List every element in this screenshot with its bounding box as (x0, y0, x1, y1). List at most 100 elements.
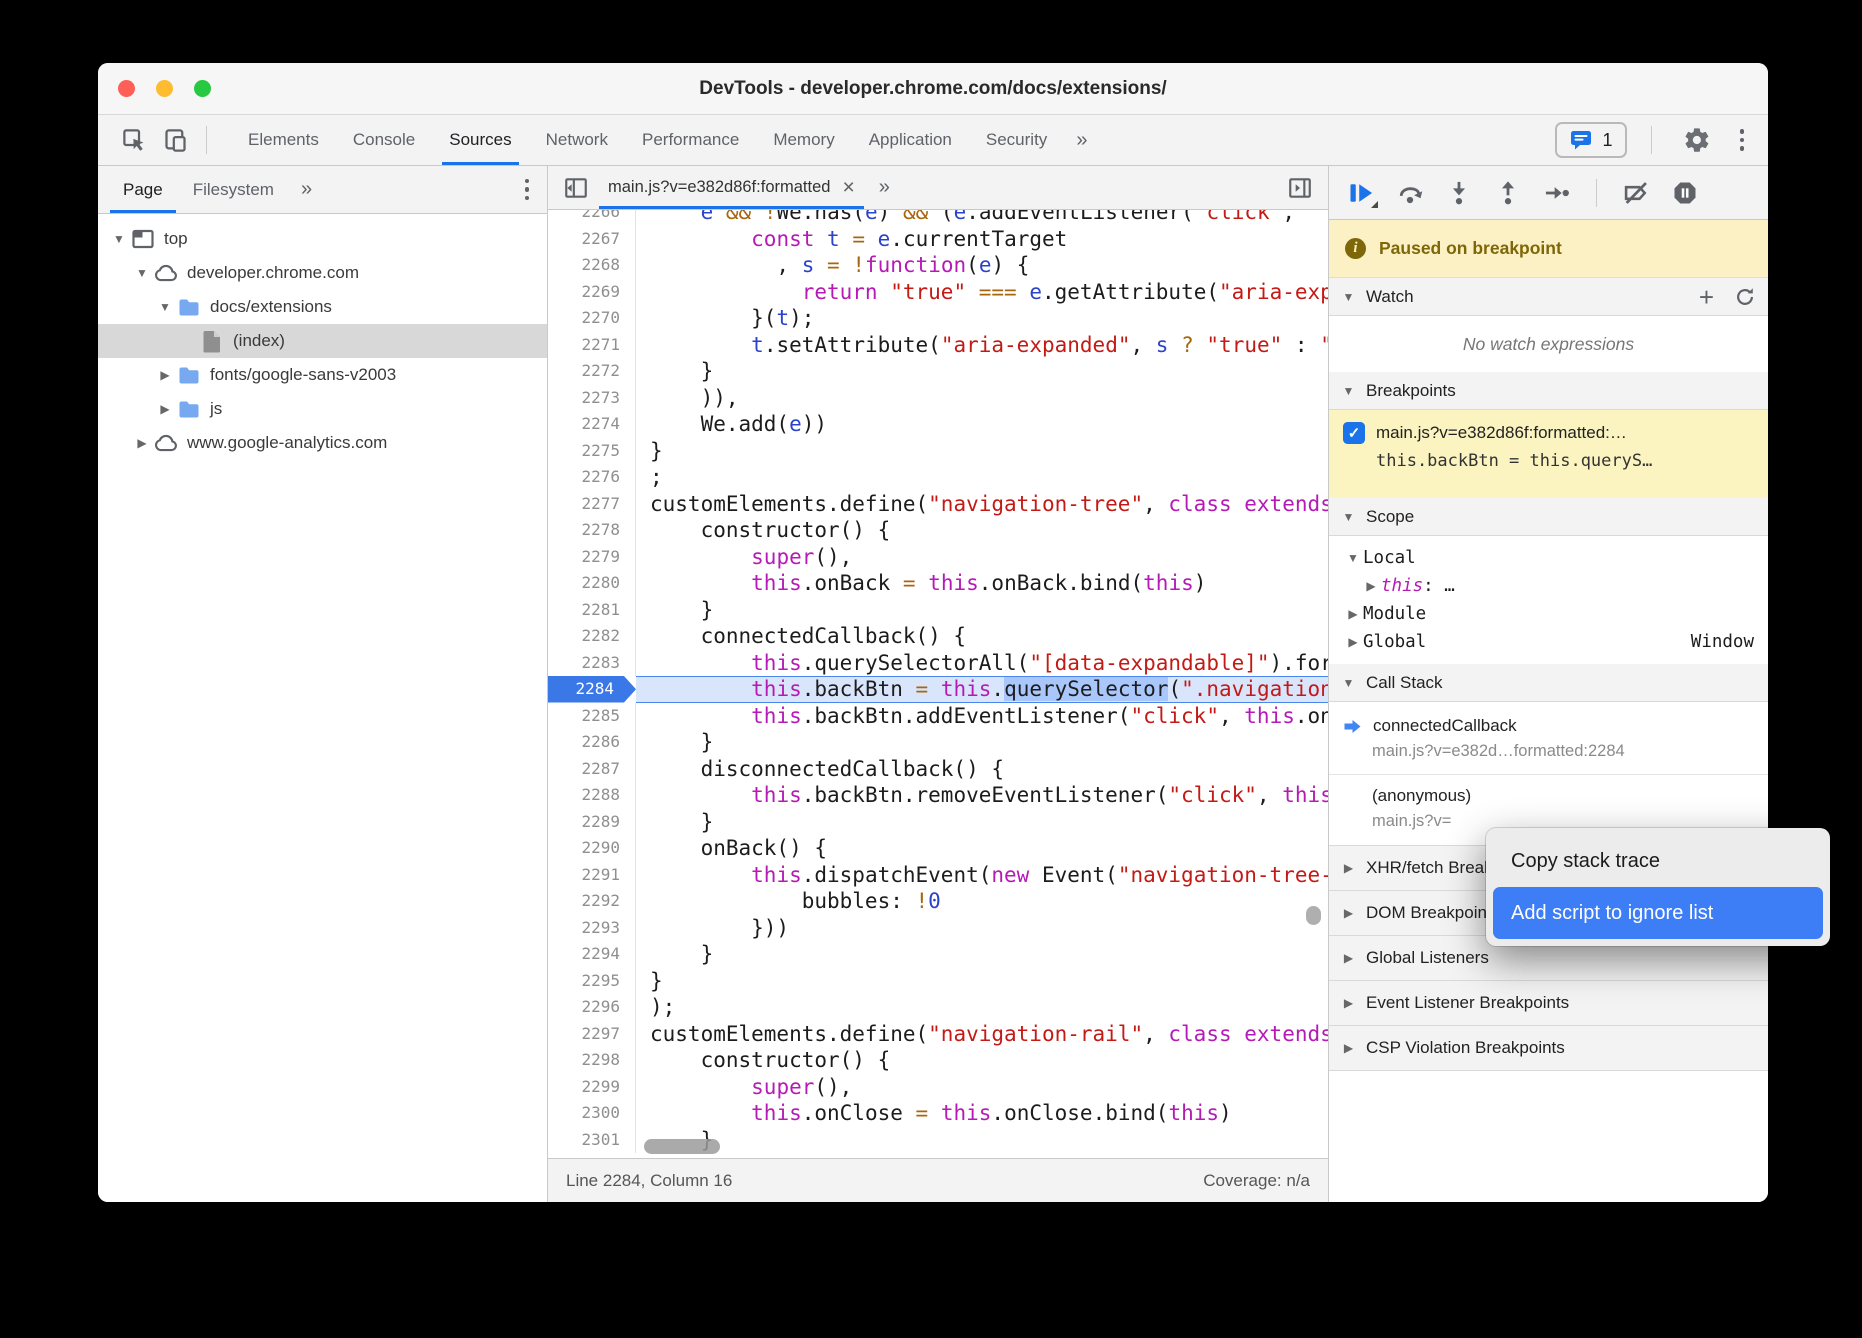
code-text[interactable]: customElements.define("navigation-tree",… (636, 491, 1328, 518)
code-text[interactable]: } (636, 941, 1328, 968)
code-text[interactable]: this.onBack = this.onBack.bind(this) (636, 570, 1328, 597)
settings-gear-icon[interactable] (1676, 122, 1718, 158)
line-number[interactable]: 2277 (548, 491, 636, 518)
chevron-right-icon[interactable]: ▶ (154, 402, 176, 416)
line-number[interactable]: 2283 (548, 650, 636, 677)
tab-console[interactable]: Console (336, 115, 432, 165)
code-text[interactable]: ; (636, 464, 1328, 491)
step-into-icon[interactable] (1439, 175, 1479, 211)
line-number[interactable]: 2292 (548, 888, 636, 915)
code-text[interactable]: } (636, 597, 1328, 624)
tab-security[interactable]: Security (969, 115, 1064, 165)
more-tabs-chevron[interactable]: » (1064, 129, 1099, 152)
line-number[interactable]: 2294 (548, 941, 636, 968)
code-text[interactable]: return "true" === e.getAttribute("aria-e… (636, 279, 1328, 306)
minimize-window-button[interactable] (156, 80, 173, 97)
code-text[interactable]: , s = !function(e) { (636, 252, 1328, 279)
line-number[interactable]: 2272 (548, 358, 636, 385)
vertical-scrollbar-thumb[interactable] (1306, 906, 1321, 925)
call-stack-section-header[interactable]: ▼ Call Stack (1329, 664, 1768, 702)
refresh-watch-icon[interactable] (1734, 286, 1756, 308)
close-tab-icon[interactable]: × (842, 177, 854, 198)
close-window-button[interactable] (118, 80, 135, 97)
line-number[interactable]: 2271 (548, 332, 636, 359)
menu-item-copy-stack-trace[interactable]: Copy stack trace (1493, 835, 1823, 887)
line-number[interactable]: 2285 (548, 703, 636, 730)
section-header-csp-violation-breakpoints[interactable]: ▶CSP Violation Breakpoints (1329, 1026, 1768, 1071)
editor-more-tabs-chevron[interactable]: » (867, 176, 902, 199)
line-number[interactable]: 2273 (548, 385, 636, 412)
menu-item-add-script-to-ignore-list[interactable]: Add script to ignore list (1493, 887, 1823, 939)
line-number[interactable]: 2298 (548, 1047, 636, 1074)
editor-tab-main-js[interactable]: main.js?v=e382d86f:formatted × (596, 166, 867, 209)
line-number[interactable]: 2276 (548, 464, 636, 491)
line-number[interactable]: 2299 (548, 1074, 636, 1101)
code-text[interactable]: e && !We.has(e) && (e.addEventListener("… (636, 210, 1328, 226)
code-text[interactable]: }(t); (636, 305, 1328, 332)
scope-group-local[interactable]: ▼ Local (1329, 544, 1768, 572)
inspect-element-icon[interactable] (114, 123, 155, 158)
tree-item-www-google-analytics-com[interactable]: ▶www.google-analytics.com (98, 426, 547, 460)
code-text[interactable]: const t = e.currentTarget (636, 226, 1328, 253)
code-text[interactable]: } (636, 438, 1328, 465)
scope-group-global[interactable]: ▶ Global Window (1329, 628, 1768, 656)
scope-group-module[interactable]: ▶ Module (1329, 600, 1768, 628)
tab-network[interactable]: Network (529, 115, 625, 165)
line-number[interactable]: 2295 (548, 968, 636, 995)
show-navigator-panel-icon[interactable] (556, 171, 596, 205)
chevron-down-icon[interactable]: ▼ (131, 266, 153, 280)
scope-variable-this[interactable]: ▶ this: … (1329, 572, 1768, 600)
tab-sources[interactable]: Sources (432, 115, 528, 165)
code-text[interactable]: t.setAttribute("aria-expanded", s ? "tru… (636, 332, 1328, 359)
breakpoint-checkbox[interactable]: ✓ (1343, 422, 1365, 444)
tab-application[interactable]: Application (852, 115, 969, 165)
code-text[interactable]: )), (636, 385, 1328, 412)
line-number[interactable]: 2266 (548, 210, 636, 226)
line-number[interactable]: 2284 (548, 676, 636, 703)
tab-performance[interactable]: Performance (625, 115, 756, 165)
line-number[interactable]: 2274 (548, 411, 636, 438)
add-watch-icon[interactable]: + (1699, 284, 1714, 310)
tree-item-index[interactable]: (index) (98, 324, 547, 358)
sidebar-tab-page[interactable]: Page (108, 166, 178, 213)
line-number[interactable]: 2279 (548, 544, 636, 571)
code-text[interactable]: disconnectedCallback() { (636, 756, 1328, 783)
code-text[interactable]: bubbles: !0 (636, 888, 1328, 915)
code-text[interactable]: onBack() { (636, 835, 1328, 862)
line-number[interactable]: 2270 (548, 305, 636, 332)
line-number[interactable]: 2275 (548, 438, 636, 465)
line-number[interactable]: 2280 (548, 570, 636, 597)
line-number[interactable]: 2291 (548, 862, 636, 889)
tree-item-fonts-google-sans-v2003[interactable]: ▶fonts/google-sans-v2003 (98, 358, 547, 392)
code-text[interactable]: this.backBtn.addEventListener("click", t… (636, 703, 1328, 730)
code-text[interactable]: constructor() { (636, 517, 1328, 544)
section-header-event-listener-breakpoints[interactable]: ▶Event Listener Breakpoints (1329, 981, 1768, 1026)
code-text[interactable]: constructor() { (636, 1047, 1328, 1074)
deactivate-breakpoints-icon[interactable] (1616, 175, 1656, 211)
line-number[interactable]: 2290 (548, 835, 636, 862)
code-text[interactable]: } (636, 1127, 1328, 1154)
code-text[interactable]: this.dispatchEvent(new Event("navigation… (636, 862, 1328, 889)
sidebar-more-tabs-chevron[interactable]: » (289, 178, 324, 201)
code-text[interactable]: this.querySelectorAll("[data-expandable]… (636, 650, 1328, 677)
console-messages-button[interactable]: 1 (1555, 122, 1626, 158)
chevron-down-icon[interactable]: ▼ (108, 232, 130, 246)
code-text[interactable]: this.backBtn = this.querySelector(".navi… (636, 676, 1328, 703)
line-number[interactable]: 2293 (548, 915, 636, 942)
code-text[interactable]: } (636, 809, 1328, 836)
line-number[interactable]: 2288 (548, 782, 636, 809)
code-text[interactable]: })) (636, 915, 1328, 942)
line-number[interactable]: 2287 (548, 756, 636, 783)
call-stack-frame[interactable]: connectedCallback main.js?v=e382d…format… (1329, 710, 1768, 769)
breakpoints-section-header[interactable]: ▼ Breakpoints (1329, 372, 1768, 410)
tab-memory[interactable]: Memory (756, 115, 851, 165)
scope-section-header[interactable]: ▼ Scope (1329, 498, 1768, 536)
resume-script-icon[interactable] (1341, 175, 1381, 211)
tree-item-docs-extensions[interactable]: ▼docs/extensions (98, 290, 547, 324)
code-text[interactable]: } (636, 358, 1328, 385)
code-text[interactable]: this.onClose = this.onClose.bind(this) (636, 1100, 1328, 1127)
code-text[interactable]: connectedCallback() { (636, 623, 1328, 650)
code-text[interactable]: } (636, 729, 1328, 756)
device-toolbar-icon[interactable] (155, 123, 196, 158)
line-number[interactable]: 2300 (548, 1100, 636, 1127)
